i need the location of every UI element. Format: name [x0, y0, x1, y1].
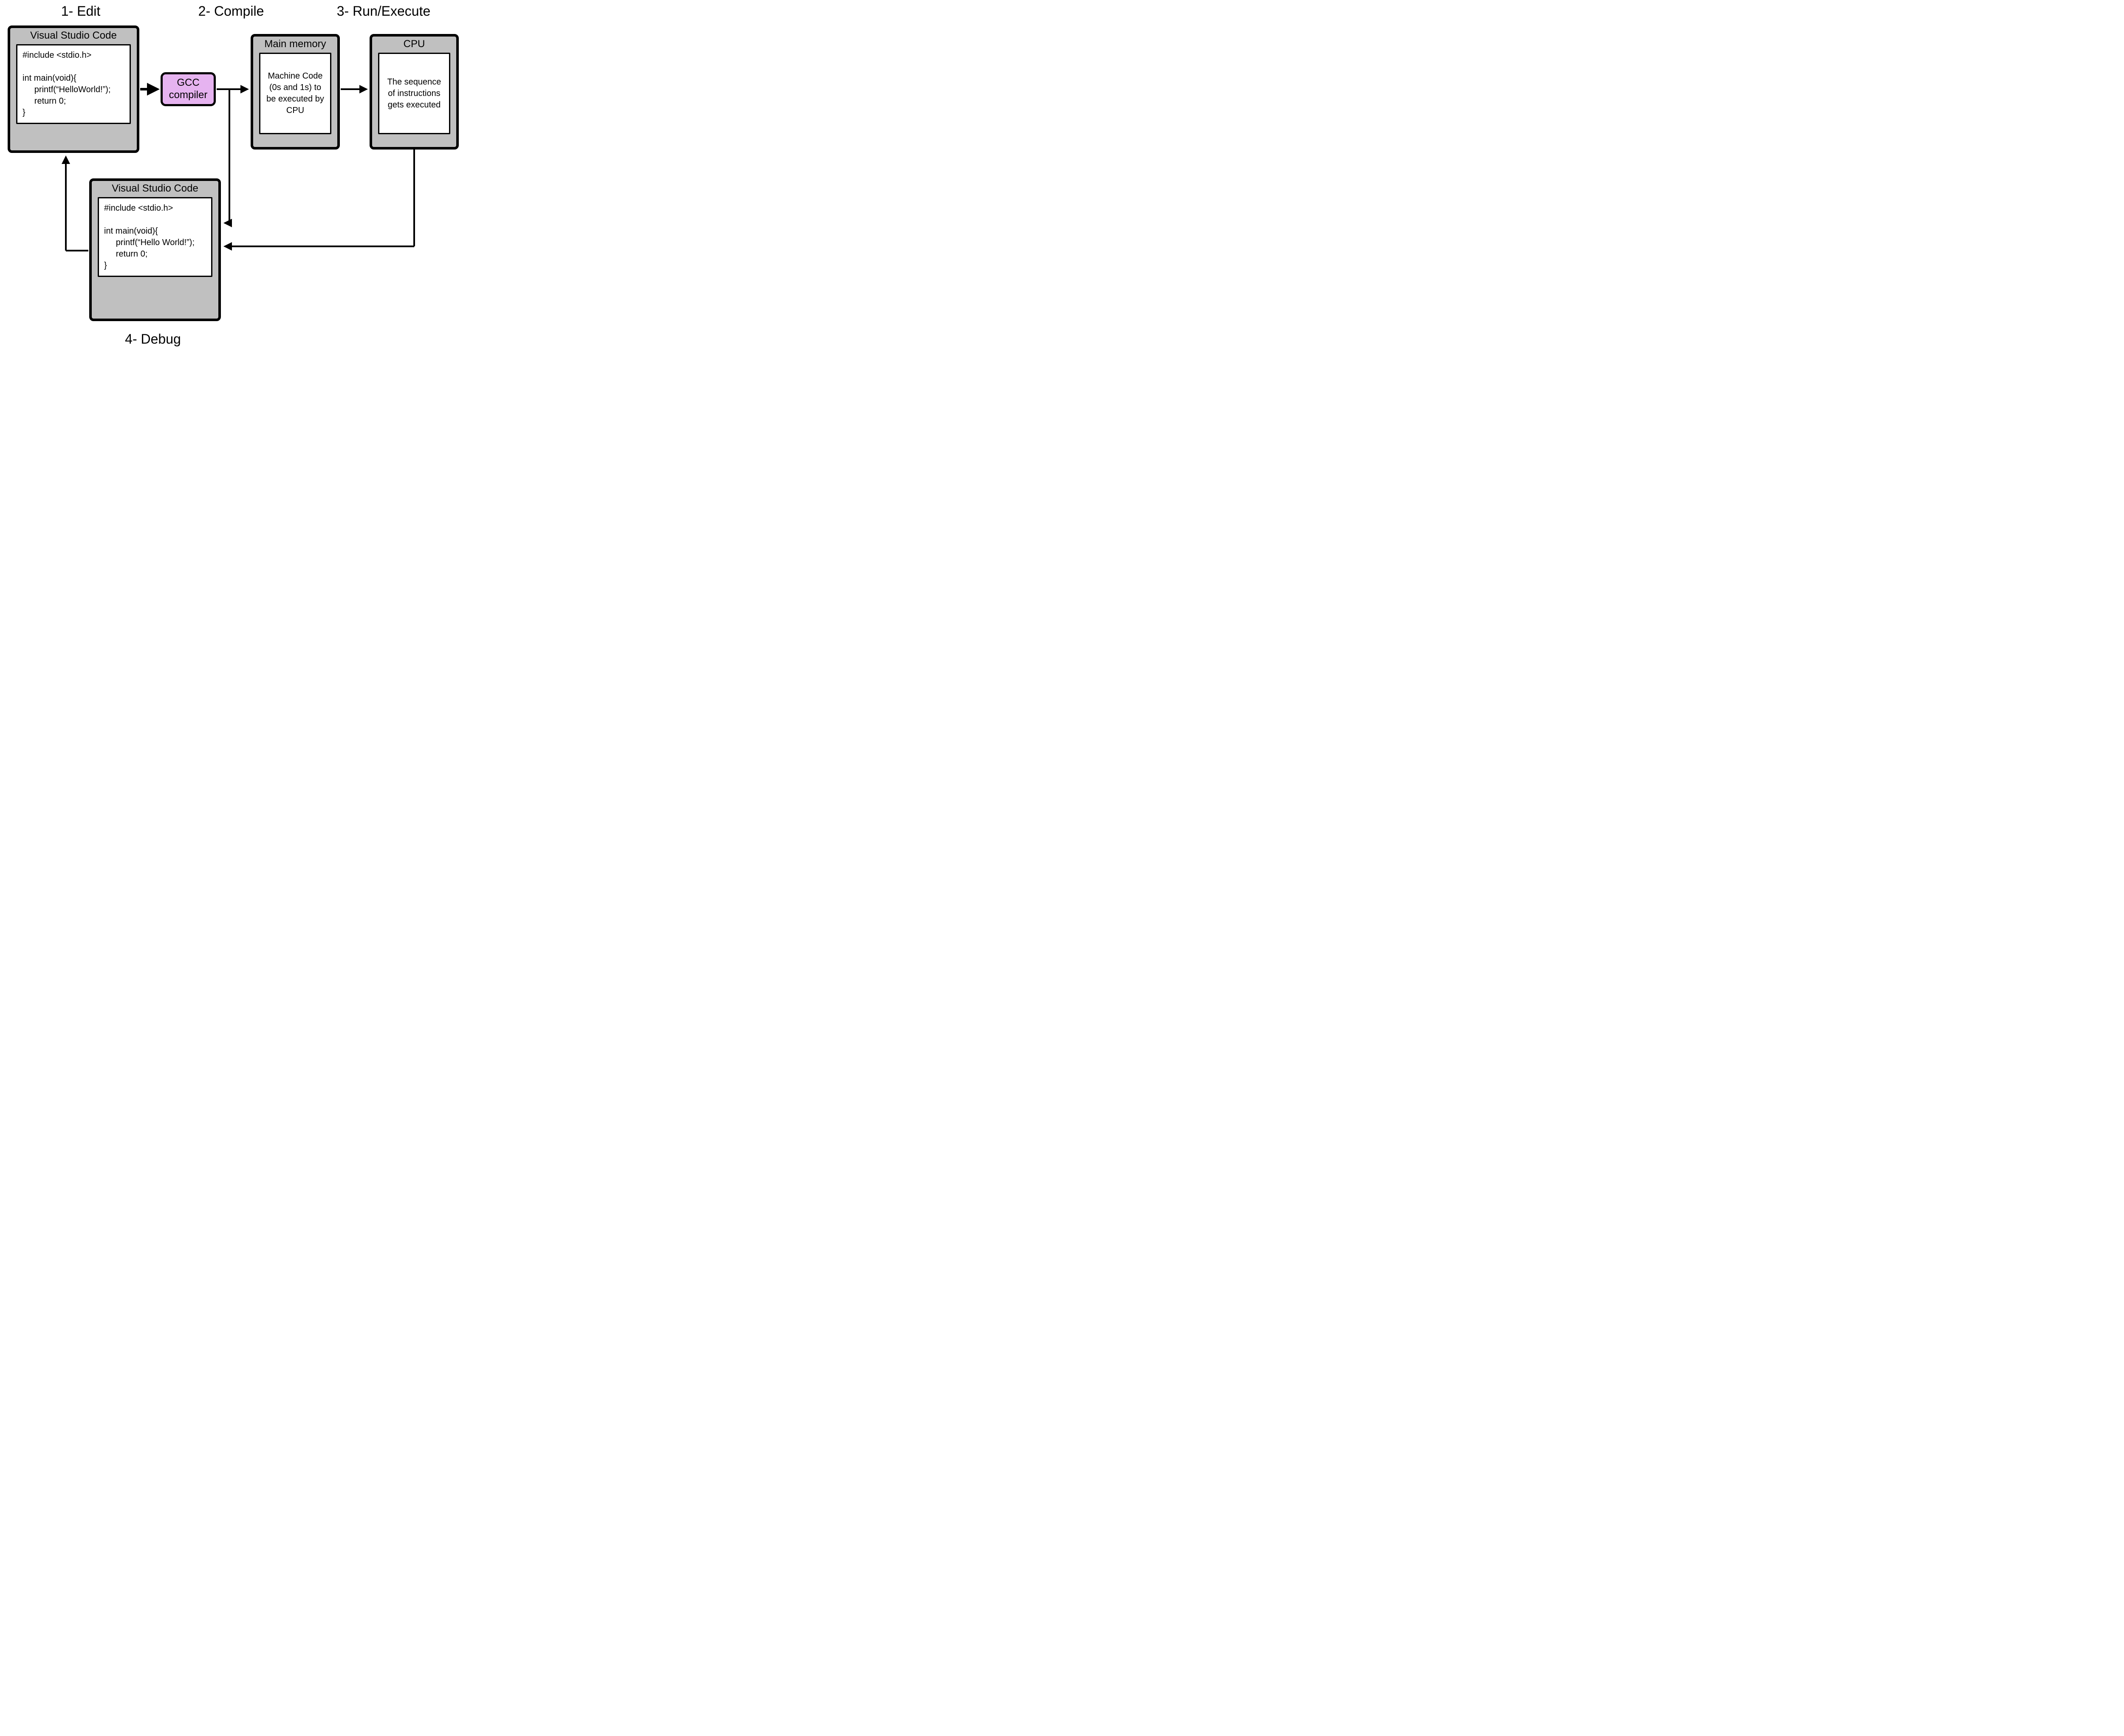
cpu-box: CPU The sequence of instructions gets ex…: [370, 34, 459, 150]
compiler-box: GCC compiler: [161, 72, 216, 106]
step-label-edit: 1- Edit: [38, 3, 123, 19]
debug-box: Visual Studio Code #include <stdio.h> in…: [89, 178, 221, 321]
edit-box: Visual Studio Code #include <stdio.h> in…: [8, 25, 139, 153]
cpu-box-text: The sequence of instructions gets execut…: [378, 53, 450, 134]
edit-box-code: #include <stdio.h> int main(void){ print…: [16, 44, 131, 124]
debug-box-title: Visual Studio Code: [92, 181, 218, 197]
edit-box-title: Visual Studio Code: [10, 28, 137, 44]
cpu-box-title: CPU: [372, 37, 456, 53]
step-label-debug: 4- Debug: [110, 331, 195, 347]
memory-box-title: Main memory: [253, 37, 337, 53]
debug-box-code: #include <stdio.h> int main(void){ print…: [98, 197, 212, 277]
step-label-run: 3- Run/Execute: [324, 3, 443, 19]
memory-box: Main memory Machine Code (0s and 1s) to …: [251, 34, 340, 150]
step-label-compile: 2- Compile: [180, 3, 282, 19]
memory-box-text: Machine Code (0s and 1s) to be executed …: [259, 53, 331, 134]
